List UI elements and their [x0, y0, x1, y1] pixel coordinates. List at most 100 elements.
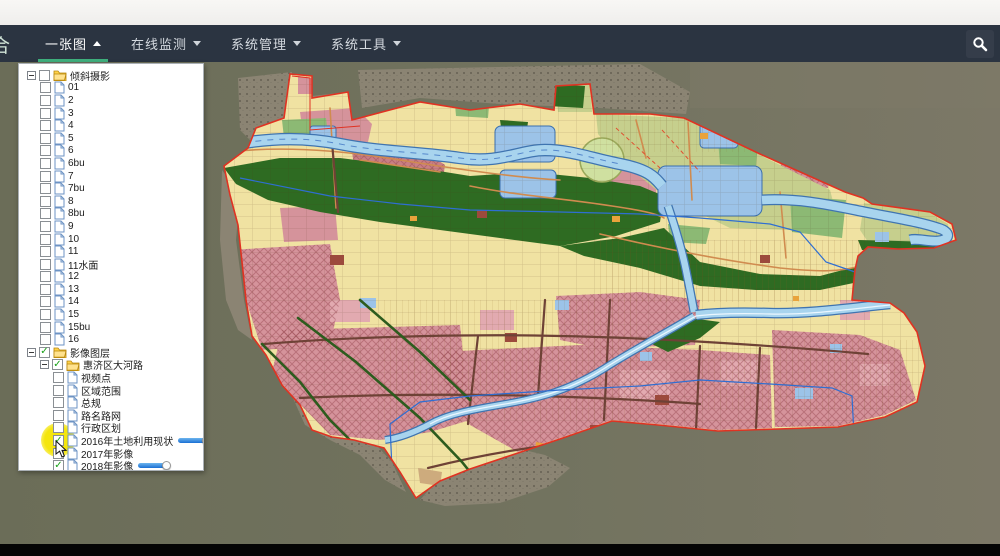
layer-checkbox[interactable] [40, 221, 51, 232]
layer-checkbox[interactable] [53, 385, 64, 396]
layer-checkbox[interactable] [40, 171, 51, 182]
layer-checkbox[interactable] [53, 410, 64, 421]
layer-label[interactable]: 7 [68, 171, 74, 182]
layer-label[interactable]: 10 [68, 234, 79, 245]
file-icon [54, 195, 65, 208]
tree-row: 惠济区大河路 [21, 359, 201, 372]
nav-menu-label: 在线监测 [131, 34, 187, 53]
collapse-icon[interactable] [27, 348, 36, 357]
collapse-icon[interactable] [40, 360, 49, 369]
layer-checkbox[interactable] [39, 70, 50, 81]
layer-label[interactable]: 2 [68, 95, 74, 106]
layer-checkbox[interactable] [40, 259, 51, 270]
tree-row: 15 [21, 308, 201, 321]
opacity-slider[interactable] [138, 463, 167, 468]
layer-checkbox[interactable] [39, 347, 50, 358]
layer-checkbox[interactable] [40, 309, 51, 320]
tree-row: 2 [21, 94, 201, 107]
layer-checkbox[interactable] [40, 82, 51, 93]
file-icon [54, 170, 65, 183]
tree-row: 6 [21, 145, 201, 158]
file-icon [54, 207, 65, 220]
layer-checkbox[interactable] [53, 460, 64, 471]
collapse-icon[interactable] [27, 71, 36, 80]
file-icon [54, 295, 65, 308]
layer-checkbox[interactable] [53, 372, 64, 383]
tree-row: 7 [21, 170, 201, 183]
layer-checkbox[interactable] [40, 208, 51, 219]
caret-down-icon [193, 41, 201, 46]
layer-label[interactable]: 16 [68, 334, 79, 345]
opacity-slider-thumb[interactable] [202, 436, 204, 445]
layer-label[interactable]: 9 [68, 221, 74, 232]
layer-label[interactable]: 3 [68, 108, 74, 119]
layer-label[interactable]: 8bu [68, 208, 85, 219]
file-icon [54, 245, 65, 258]
tree-row: 5 [21, 132, 201, 145]
layer-checkbox[interactable] [40, 158, 51, 169]
caret-up-icon [93, 41, 101, 46]
main-navbar: 合 一张图在线监测 系统管理 系统工具 [0, 25, 1000, 63]
file-icon [54, 182, 65, 195]
layer-label[interactable]: 倾斜摄影 [70, 68, 110, 83]
layer-label[interactable]: 4 [68, 120, 74, 131]
layer-checkbox[interactable] [40, 196, 51, 207]
layer-label[interactable]: 01 [68, 82, 79, 93]
layer-label[interactable]: 7bu [68, 183, 85, 194]
layer-label[interactable]: 15bu [68, 322, 90, 333]
file-icon [67, 459, 78, 471]
layer-label[interactable]: 6 [68, 145, 74, 156]
folder-icon [66, 359, 80, 371]
nav-menu-0[interactable]: 一张图 [30, 25, 116, 62]
opacity-slider[interactable] [178, 438, 204, 443]
layer-tree-panel: 倾斜摄影01 2 34 56 6bu 77bu 88bu 9 101111水面12 1314 15 1… [18, 63, 204, 471]
layer-checkbox[interactable] [40, 108, 51, 119]
tree-row: 8 [21, 195, 201, 208]
layer-checkbox[interactable] [40, 296, 51, 307]
search-button[interactable] [966, 30, 994, 58]
layer-checkbox[interactable] [40, 271, 51, 282]
file-icon [67, 409, 78, 422]
file-icon [54, 119, 65, 132]
layer-checkbox[interactable] [40, 246, 51, 257]
nav-menu-1[interactable]: 在线监测 [116, 25, 216, 62]
layer-label[interactable]: 6bu [68, 158, 85, 169]
layer-checkbox[interactable] [40, 120, 51, 131]
tree-row: 10 [21, 233, 201, 246]
file-icon [67, 434, 78, 447]
layer-checkbox[interactable] [53, 397, 64, 408]
layer-checkbox[interactable] [40, 183, 51, 194]
layer-checkbox[interactable] [52, 359, 63, 370]
layer-checkbox[interactable] [40, 95, 51, 106]
nav-menu-3[interactable]: 系统工具 [316, 25, 416, 62]
nav-menu-label: 系统管理 [231, 34, 287, 53]
tree-row: 3 [21, 107, 201, 120]
file-icon [54, 132, 65, 145]
layer-label[interactable]: 12 [68, 271, 79, 282]
layer-label[interactable]: 8 [68, 196, 74, 207]
tree-row: 6bu [21, 157, 201, 170]
layer-checkbox[interactable] [40, 322, 51, 333]
layer-checkbox[interactable] [53, 422, 64, 433]
layer-checkbox[interactable] [40, 334, 51, 345]
layer-label[interactable]: 14 [68, 296, 79, 307]
layer-checkbox[interactable] [40, 284, 51, 295]
layer-checkbox[interactable] [40, 234, 51, 245]
opacity-slider-thumb[interactable] [162, 461, 171, 470]
tree-row: 9 [21, 220, 201, 233]
nav-menu-2[interactable]: 系统管理 [216, 25, 316, 62]
layer-label[interactable]: 5 [68, 133, 74, 144]
layer-checkbox[interactable] [40, 145, 51, 156]
file-icon [54, 220, 65, 233]
layer-label[interactable]: 2018年影像 [81, 458, 133, 471]
layer-label[interactable]: 11 [68, 246, 78, 257]
file-icon [54, 270, 65, 283]
layer-label[interactable]: 15 [68, 309, 79, 320]
layer-label[interactable]: 13 [68, 284, 79, 295]
tree-row: 7bu [21, 182, 201, 195]
layer-checkbox[interactable] [40, 133, 51, 144]
caret-down-icon [393, 41, 401, 46]
logo-glyph: 合 [0, 31, 10, 58]
layer-label[interactable]: 11水面 [68, 257, 98, 272]
file-icon [54, 94, 65, 107]
